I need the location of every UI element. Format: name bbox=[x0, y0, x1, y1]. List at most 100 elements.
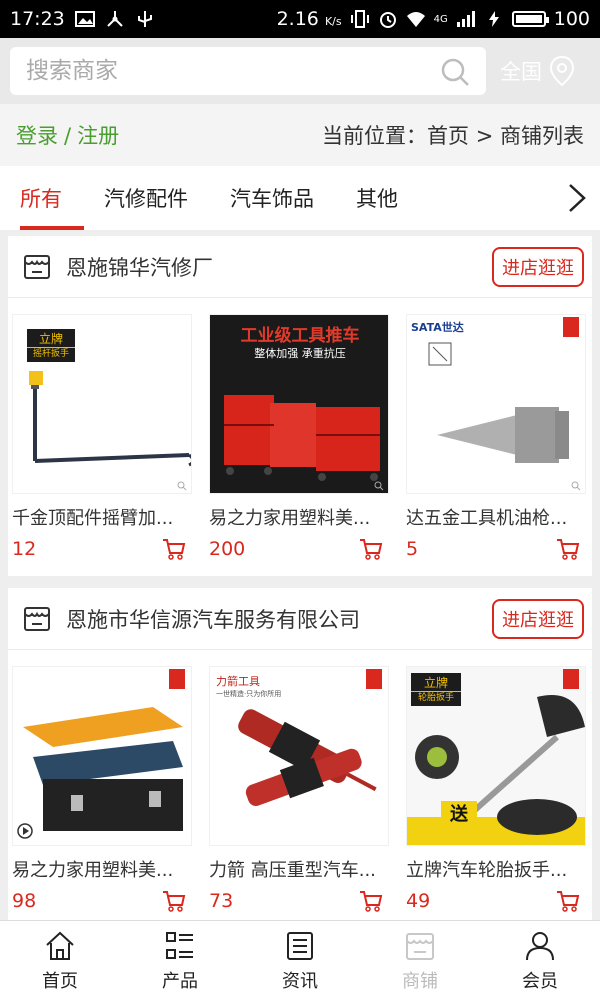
nav-label: 商铺 bbox=[402, 971, 438, 992]
cart-icon[interactable] bbox=[359, 890, 383, 912]
product-image[interactable]: 力箭工具 一世精造·只为你所用 bbox=[209, 666, 389, 846]
brand-logo: 立牌 轮胎扳手 bbox=[411, 673, 461, 706]
oil-nozzle-image bbox=[428, 342, 569, 463]
zoom-icon bbox=[177, 481, 187, 491]
corner-badge bbox=[366, 669, 382, 689]
image-icon bbox=[74, 11, 95, 27]
product-title[interactable]: 力箭 高压重型汽车... bbox=[209, 856, 389, 882]
product-image[interactable] bbox=[12, 666, 192, 846]
alarm-icon bbox=[379, 12, 396, 28]
battery-percent: 100 bbox=[553, 8, 590, 30]
location-pin-icon bbox=[549, 55, 575, 87]
region-label: 全国 bbox=[500, 60, 542, 84]
nav-label: 会员 bbox=[522, 971, 558, 992]
product-item[interactable]: 力箭工具 一世精造·只为你所用 力箭 高压重型汽车... 73 bbox=[209, 666, 389, 912]
brand-logo: SATA世达 bbox=[411, 321, 464, 334]
login-separator: / bbox=[64, 124, 72, 148]
product-title[interactable]: 易之力家用塑料美... bbox=[209, 504, 389, 530]
visit-store-button[interactable]: 进店逛逛 bbox=[492, 598, 584, 639]
product-price: 73 bbox=[209, 890, 234, 912]
product-image[interactable]: SATA世达 bbox=[406, 314, 586, 494]
breadcrumb: 当前位置：首页 > 商铺列表 bbox=[322, 124, 584, 148]
nav-products[interactable]: 产品 bbox=[120, 921, 240, 1000]
vibrate-icon bbox=[350, 10, 369, 28]
bottom-nav: 首页 产品 资讯 商铺 会员 bbox=[0, 920, 600, 1000]
battery-icon bbox=[511, 11, 549, 27]
product-banner-sub: 整体加强 承重抗压 bbox=[254, 347, 346, 360]
nav-home[interactable]: 首页 bbox=[0, 921, 120, 1000]
tab-car-accessories[interactable]: 汽车饰品 bbox=[230, 166, 314, 230]
store-card: 恩施市华信源汽车服务有限公司 进店逛逛 易之力家用塑料美... 98 力箭工具 … bbox=[8, 588, 592, 920]
nav-shops[interactable]: 商铺 bbox=[360, 921, 480, 1000]
product-price: 98 bbox=[12, 890, 37, 912]
corner-badge bbox=[169, 669, 185, 689]
corner-badge bbox=[563, 317, 579, 337]
status-time: 17:23 bbox=[10, 8, 65, 30]
shop-icon bbox=[24, 606, 50, 631]
product-image[interactable]: 立牌 轮胎扳手 送 bbox=[406, 666, 586, 846]
network-type: 4G bbox=[433, 13, 448, 25]
product-item[interactable]: 易之力家用塑料美... 98 bbox=[12, 666, 192, 912]
user-icon bbox=[526, 932, 554, 961]
chevron-right-icon[interactable] bbox=[564, 182, 590, 214]
grid-list-icon bbox=[166, 932, 193, 959]
product-title[interactable]: 千金顶配件摇臂加... bbox=[12, 504, 192, 530]
search-header: 全国 bbox=[0, 38, 600, 104]
region-selector[interactable]: 全国 bbox=[500, 52, 576, 90]
product-item[interactable]: 立牌 轮胎扳手 送 立牌汽车轮胎扳手... 49 bbox=[406, 666, 586, 912]
product-banner: 工业级工具推车 bbox=[240, 326, 360, 346]
search-icon[interactable] bbox=[440, 57, 470, 87]
product-image[interactable]: 工业级工具推车 整体加强 承重抗压 bbox=[209, 314, 389, 494]
account-breadcrumb-row: 登录 / 注册 当前位置：首页 > 商铺列表 bbox=[0, 104, 600, 166]
search-input[interactable] bbox=[10, 47, 410, 95]
register-link[interactable]: 注册 bbox=[77, 124, 119, 148]
category-tabs: 所有 汽修配件 汽车饰品 其他 bbox=[0, 166, 600, 230]
visit-store-button[interactable]: 进店逛逛 bbox=[492, 246, 584, 287]
nav-news[interactable]: 资讯 bbox=[240, 921, 360, 1000]
tab-all[interactable]: 所有 bbox=[20, 166, 84, 230]
corner-badge bbox=[563, 669, 579, 689]
nav-label: 产品 bbox=[162, 971, 198, 992]
nav-label: 首页 bbox=[42, 971, 78, 992]
product-price: 5 bbox=[406, 538, 419, 560]
search-box[interactable] bbox=[10, 47, 486, 95]
cart-icon[interactable] bbox=[556, 538, 580, 560]
product-price: 12 bbox=[12, 538, 37, 560]
gift-tag: 送 bbox=[441, 801, 477, 829]
product-item[interactable]: 立牌 摇杆扳手 千金顶配件摇臂加... 12 bbox=[12, 314, 192, 560]
brand-logo: 力箭工具 bbox=[216, 675, 260, 688]
store-name[interactable]: 恩施市华信源汽车服务有限公司 bbox=[66, 604, 360, 634]
home-icon bbox=[46, 931, 74, 960]
store-header: 恩施锦华汽修厂 进店逛逛 bbox=[8, 236, 592, 298]
nav-member[interactable]: 会员 bbox=[480, 921, 600, 1000]
brand-logo: 立牌 摇杆扳手 bbox=[27, 329, 75, 362]
login-link[interactable]: 登录 bbox=[16, 124, 58, 148]
cart-icon[interactable] bbox=[162, 538, 186, 560]
share-icon bbox=[107, 11, 123, 27]
zoom-icon bbox=[571, 481, 581, 491]
charging-icon bbox=[488, 11, 499, 27]
product-item[interactable]: 工业级工具推车 整体加强 承重抗压 易之力家用塑料美... 200 bbox=[209, 314, 389, 560]
product-title[interactable]: 达五金工具机油枪... bbox=[406, 504, 586, 530]
product-item[interactable]: SATA世达 达五金工具机油枪... 5 bbox=[406, 314, 586, 560]
login-register: 登录 / 注册 bbox=[16, 120, 119, 150]
network-speed: 2.16 K/s bbox=[276, 8, 342, 30]
store-card: 恩施锦华汽修厂 进店逛逛 立牌 摇杆扳手 千金顶配件摇臂加... 12 工业级工具… bbox=[8, 236, 592, 576]
shop-icon bbox=[406, 933, 434, 960]
store-name[interactable]: 恩施锦华汽修厂 bbox=[66, 252, 213, 282]
product-image[interactable]: 立牌 摇杆扳手 bbox=[12, 314, 192, 494]
tab-other[interactable]: 其他 bbox=[356, 166, 398, 230]
cart-icon[interactable] bbox=[359, 538, 383, 560]
shop-icon bbox=[24, 254, 50, 279]
wifi-icon bbox=[406, 12, 425, 27]
cart-icon[interactable] bbox=[162, 890, 186, 912]
product-title[interactable]: 易之力家用塑料美... bbox=[12, 856, 192, 882]
tab-auto-parts[interactable]: 汽修配件 bbox=[104, 166, 188, 230]
toolbox-image bbox=[17, 707, 183, 839]
product-title[interactable]: 立牌汽车轮胎扳手... bbox=[406, 856, 586, 882]
usb-icon bbox=[137, 11, 152, 27]
status-bar: 17:23 2.16 K/s 4G 100 bbox=[0, 0, 600, 38]
product-price: 49 bbox=[406, 890, 431, 912]
cart-icon[interactable] bbox=[556, 890, 580, 912]
nav-label: 资讯 bbox=[282, 971, 318, 992]
